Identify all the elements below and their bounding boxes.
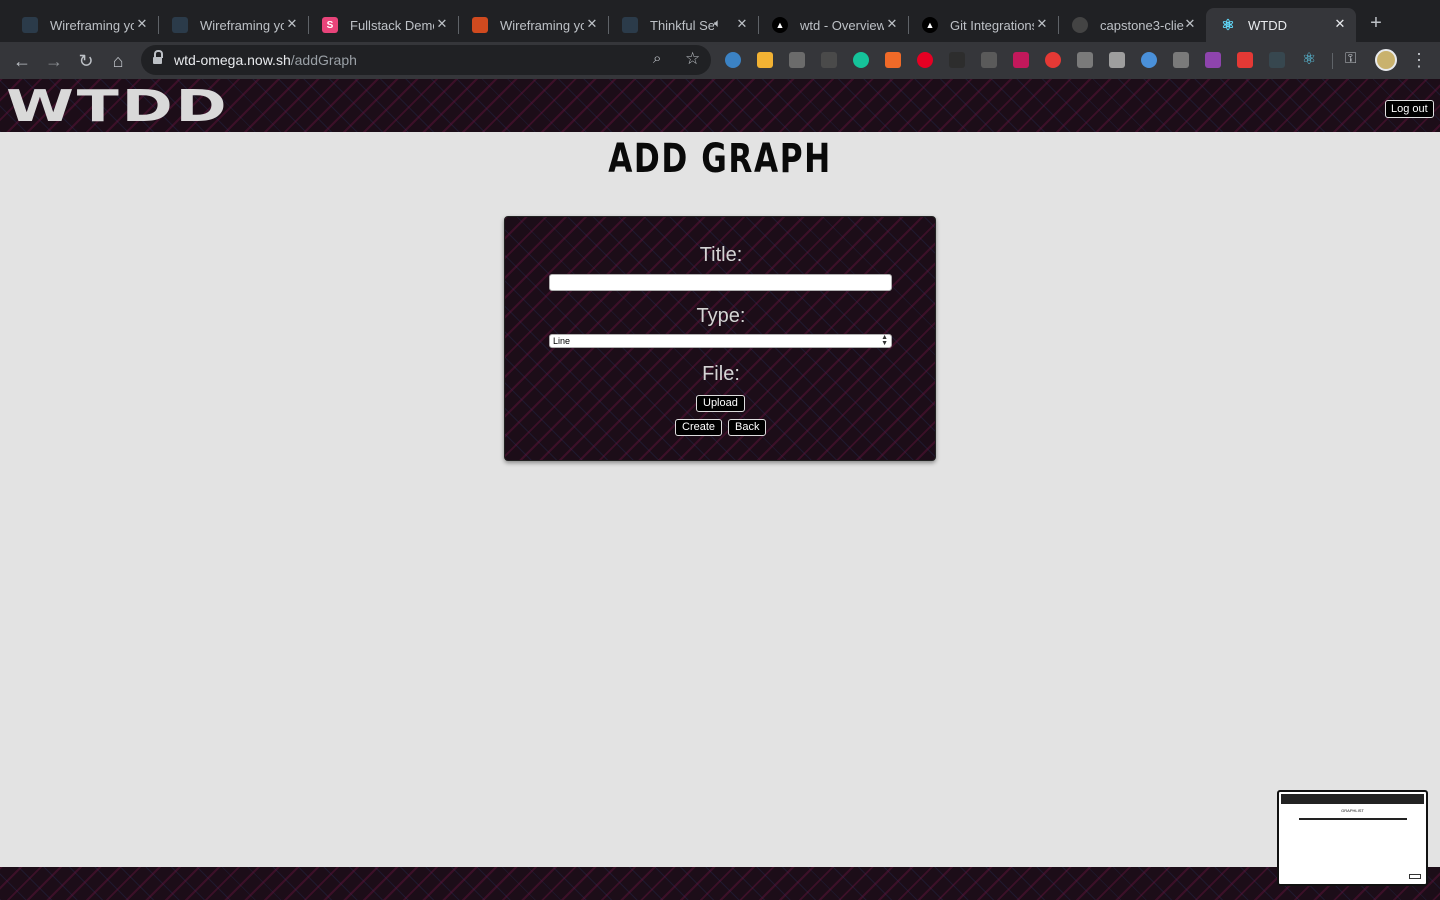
type-label: Type: — [696, 305, 746, 327]
browser-tab[interactable]: ▲ Git Integrations ✕ — [908, 8, 1059, 42]
close-tab-icon[interactable]: ✕ — [434, 16, 450, 32]
logout-button[interactable]: Log out — [1385, 100, 1434, 118]
url-text: wtd-omega.now.sh/addGraph — [174, 52, 357, 68]
extension-youtube-icon[interactable] — [1237, 52, 1253, 68]
pinterest-icon[interactable] — [917, 52, 933, 68]
wireframe-icon — [22, 17, 38, 33]
extension-pocket-icon[interactable] — [1045, 52, 1061, 68]
flag-icon — [472, 17, 488, 33]
new-tab-button[interactable]: + — [1366, 13, 1386, 33]
lock-icon — [153, 50, 163, 65]
browser-tab[interactable]: Wireframing yo ✕ — [8, 8, 159, 42]
vercel-icon: ▲ — [922, 17, 938, 33]
extension-pen-icon[interactable] — [789, 52, 805, 68]
close-tab-icon[interactable]: ✕ — [134, 16, 150, 32]
browser-tab[interactable]: Thinkful Se 🔈︎ ✕ — [608, 8, 759, 42]
extension-badge-icon[interactable] — [1013, 52, 1029, 68]
site-logo[interactable]: WTDD — [6, 85, 229, 129]
extension-bulb-icon[interactable] — [981, 52, 997, 68]
github-icon — [1072, 17, 1088, 33]
extension-purple-icon[interactable] — [1205, 52, 1221, 68]
close-tab-icon[interactable]: ✕ — [734, 16, 750, 32]
site-footer — [0, 867, 1440, 900]
title-input[interactable] — [549, 274, 892, 291]
close-tab-icon[interactable]: ✕ — [284, 16, 300, 32]
back-arrow-icon[interactable]: ← — [10, 49, 34, 73]
close-tab-icon[interactable]: ✕ — [884, 16, 900, 32]
browser-tab-active[interactable]: ⚛ WTDD ✕ — [1206, 8, 1356, 42]
select-arrows-icon: ▲ ▼ — [881, 334, 888, 347]
back-button[interactable]: Back — [728, 419, 767, 436]
browser-toolbar: ← → ↻ ⌂ wtd-omega.now.sh/addGraph ⌕ ☆ ⚛ … — [0, 42, 1440, 79]
screenshot-thumbnail[interactable]: GRAPHLIST — [1277, 790, 1428, 886]
close-tab-icon[interactable]: ✕ — [1034, 16, 1050, 32]
extension-notes-icon[interactable] — [757, 52, 773, 68]
close-tab-icon[interactable]: ✕ — [1332, 16, 1348, 32]
react-devtools-icon[interactable]: ⚛ — [1301, 52, 1317, 68]
extension-tag-icon[interactable] — [1173, 52, 1189, 68]
zoom-icon[interactable]: ⌕ — [653, 50, 661, 67]
type-select-value: Line — [553, 336, 571, 346]
browser-tab-bar: Wireframing yo ✕ Wireframing yo ✕ S Full… — [0, 0, 1440, 42]
browser-tab[interactable]: Wireframing yo ✕ — [158, 8, 309, 42]
upload-button[interactable]: Upload — [696, 395, 745, 412]
extension-window-icon[interactable] — [1109, 52, 1125, 68]
address-bar[interactable]: wtd-omega.now.sh/addGraph ⌕ ☆ — [141, 45, 711, 75]
add-graph-form: Title: Type: Line ▲ ▼ File: Upload Create… — [504, 216, 936, 461]
browser-menu-icon[interactable]: ⋮ — [1410, 49, 1428, 71]
key-icon[interactable]: ⚿ — [1345, 50, 1356, 67]
extension-hand-icon[interactable] — [1077, 52, 1093, 68]
thumbnail-text: GRAPHLIST — [1341, 808, 1364, 813]
home-icon[interactable]: ⌂ — [106, 49, 130, 73]
browser-tab[interactable]: capstone3-clie ✕ — [1058, 8, 1206, 42]
extension-chart-icon[interactable] — [885, 52, 901, 68]
forward-arrow-icon[interactable]: → — [42, 49, 66, 73]
extension-drop-icon[interactable] — [1141, 52, 1157, 68]
file-label: File: — [702, 363, 740, 385]
extension-t-icon[interactable] — [1269, 52, 1285, 68]
type-select[interactable]: Line ▲ ▼ — [549, 334, 892, 348]
profile-avatar[interactable] — [1375, 49, 1397, 71]
s-icon: S — [322, 17, 338, 33]
browser-tab[interactable]: S Fullstack Demo ✕ — [308, 8, 459, 42]
create-button[interactable]: Create — [675, 419, 723, 436]
site-header: WTDD Log out — [0, 79, 1440, 132]
wireframe-icon — [172, 17, 188, 33]
extension-layers-icon[interactable] — [821, 52, 837, 68]
vercel-icon: ▲ — [772, 17, 788, 33]
extension-diamond-icon[interactable] — [725, 52, 741, 68]
page-title: ADD GRAPH — [608, 136, 832, 182]
thinkful-icon — [622, 17, 638, 33]
browser-tab[interactable]: Wireframing yo ✕ — [458, 8, 609, 42]
close-tab-icon[interactable]: ✕ — [584, 16, 600, 32]
bookmark-star-icon[interactable]: ☆ — [685, 49, 700, 69]
browser-tab[interactable]: ▲ wtd - Overview ✕ — [758, 8, 909, 42]
extension-color-icon[interactable] — [949, 52, 965, 68]
close-tab-icon[interactable]: ✕ — [1182, 16, 1198, 32]
speaker-icon[interactable]: 🔈︎ — [714, 16, 721, 31]
grammarly-icon[interactable] — [853, 52, 869, 68]
title-label: Title: — [699, 244, 743, 266]
reload-icon[interactable]: ↻ — [74, 49, 98, 73]
react-icon: ⚛ — [1221, 17, 1235, 34]
